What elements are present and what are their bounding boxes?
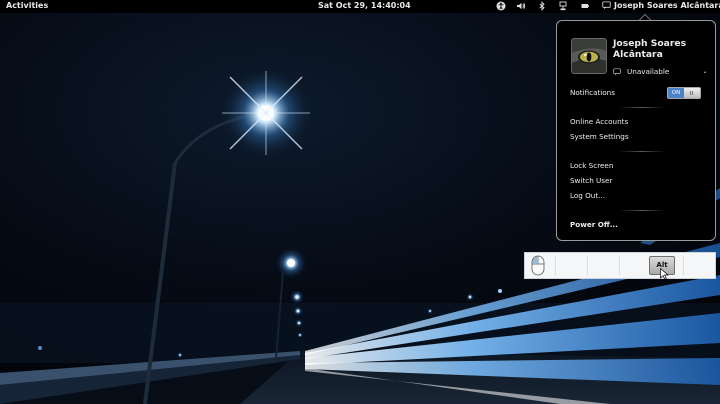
menu-separator xyxy=(619,151,665,152)
key-slot xyxy=(587,256,588,275)
toggle-state-label: ON xyxy=(668,88,684,98)
key-slot xyxy=(555,256,556,275)
clock[interactable]: Sat Oct 29, 14:40:04 xyxy=(318,1,411,10)
user-name-label: Joseph Soares Alcântara xyxy=(614,1,720,10)
activities-button[interactable]: Activities xyxy=(6,1,48,10)
system-settings-item[interactable]: System Settings xyxy=(570,132,629,141)
online-accounts-item[interactable]: Online Accounts xyxy=(570,117,628,126)
status-label: Unavailable xyxy=(627,67,670,76)
user-menu-button[interactable]: Joseph Soares Alcântara xyxy=(602,1,720,10)
menu-user-name: Joseph Soares Alcântara xyxy=(613,38,687,60)
key-slot xyxy=(619,256,620,275)
lock-screen-item[interactable]: Lock Screen xyxy=(570,161,613,170)
chat-status-icon xyxy=(613,67,621,75)
power-off-item[interactable]: Power Off... xyxy=(570,220,618,229)
switch-user-item[interactable]: Switch User xyxy=(570,176,612,185)
chevron-down-icon: ⌄ xyxy=(702,68,708,75)
notifications-toggle[interactable]: ON xyxy=(667,87,701,99)
mouse-icon xyxy=(531,255,545,276)
key-slot xyxy=(683,256,684,275)
mouse-cursor-icon xyxy=(660,268,669,280)
key-display-overlay: Alt xyxy=(524,252,716,279)
top-panel: Activities Sat Oct 29, 14:40:04 Joseph S… xyxy=(0,0,720,13)
menu-separator xyxy=(619,107,665,108)
toggle-knob xyxy=(684,88,700,98)
status-selector[interactable]: Unavailable ⌄ xyxy=(613,67,709,76)
menu-separator xyxy=(619,210,665,211)
chat-icon xyxy=(602,1,611,10)
notifications-label: Notifications xyxy=(570,88,615,97)
volume-icon[interactable] xyxy=(516,1,526,11)
battery-icon[interactable] xyxy=(580,1,590,11)
log-out-item[interactable]: Log Out... xyxy=(570,191,605,200)
avatar[interactable] xyxy=(571,38,607,74)
network-icon[interactable] xyxy=(558,1,568,11)
user-menu-popup: Joseph Soares Alcântara Unavailable ⌄ No… xyxy=(556,20,716,241)
accessibility-icon[interactable] xyxy=(496,1,506,11)
bluetooth-icon[interactable] xyxy=(537,1,547,11)
